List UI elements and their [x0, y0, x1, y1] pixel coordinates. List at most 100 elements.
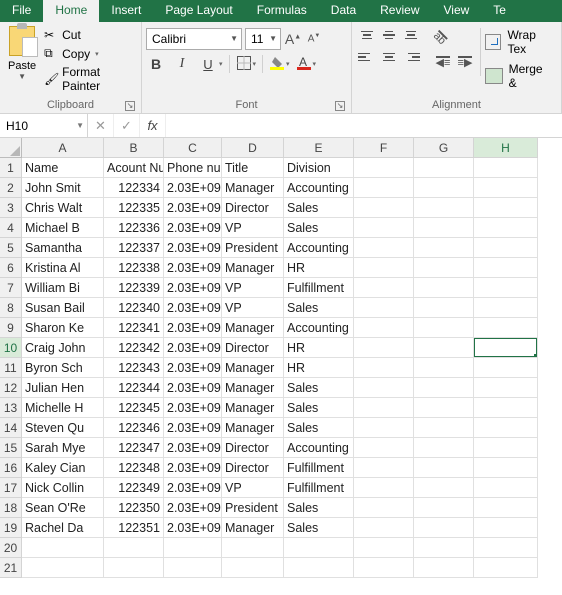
cell-D20[interactable] — [222, 538, 284, 558]
cell-B10[interactable]: 122342 — [104, 338, 164, 358]
name-box[interactable]: H10 ▼ — [0, 114, 88, 137]
cell-B4[interactable]: 122336 — [104, 218, 164, 238]
select-all-corner[interactable] — [0, 138, 22, 158]
cell-B19[interactable]: 122351 — [104, 518, 164, 538]
cell-F13[interactable] — [354, 398, 414, 418]
cell-E11[interactable]: HR — [284, 358, 354, 378]
cell-A15[interactable]: Sarah Mye — [22, 438, 104, 458]
cell-G1[interactable] — [414, 158, 474, 178]
cell-B18[interactable]: 122350 — [104, 498, 164, 518]
cell-A21[interactable] — [22, 558, 104, 578]
cell-E8[interactable]: Sales — [284, 298, 354, 318]
chevron-down-icon[interactable]: ▼ — [18, 72, 26, 81]
cell-F11[interactable] — [354, 358, 414, 378]
italic-button[interactable]: I — [172, 54, 192, 74]
dialog-launcher-icon[interactable]: ↘ — [125, 101, 135, 111]
cell-C9[interactable]: 2.03E+09 — [164, 318, 222, 338]
cell-A6[interactable]: Kristina Al — [22, 258, 104, 278]
cell-A17[interactable]: Nick Collin — [22, 478, 104, 498]
format-painter-button[interactable]: 🖌 Format Painter — [40, 64, 137, 94]
row-header-10[interactable]: 10 — [0, 338, 22, 358]
cell-B1[interactable]: Acount Nu — [104, 158, 164, 178]
align-middle-button[interactable] — [380, 26, 398, 44]
cell-C16[interactable]: 2.03E+09 — [164, 458, 222, 478]
cell-A19[interactable]: Rachel Da — [22, 518, 104, 538]
row-header-14[interactable]: 14 — [0, 418, 22, 438]
cell-D4[interactable]: VP — [222, 218, 284, 238]
tab-formulas[interactable]: Formulas — [245, 0, 319, 22]
cell-E18[interactable]: Sales — [284, 498, 354, 518]
cell-B5[interactable]: 122337 — [104, 238, 164, 258]
cell-E4[interactable]: Sales — [284, 218, 354, 238]
cell-D7[interactable]: VP — [222, 278, 284, 298]
cell-E1[interactable]: Division — [284, 158, 354, 178]
cell-A18[interactable]: Sean O'Re — [22, 498, 104, 518]
row-header-3[interactable]: 3 — [0, 198, 22, 218]
column-header-C[interactable]: C — [164, 138, 222, 158]
cell-C3[interactable]: 2.03E+09 — [164, 198, 222, 218]
decrease-font-button[interactable]: A▼ — [305, 28, 323, 50]
cell-A20[interactable] — [22, 538, 104, 558]
align-left-button[interactable] — [358, 48, 376, 66]
cell-F19[interactable] — [354, 518, 414, 538]
cell-E5[interactable]: Accounting — [284, 238, 354, 258]
cell-G13[interactable] — [414, 398, 474, 418]
row-header-15[interactable]: 15 — [0, 438, 22, 458]
chevron-down-icon[interactable]: ▾ — [286, 60, 290, 68]
column-header-H[interactable]: H — [474, 138, 538, 158]
cell-F14[interactable] — [354, 418, 414, 438]
cell-G17[interactable] — [414, 478, 474, 498]
underline-button[interactable]: U▾ — [198, 54, 223, 74]
cell-A4[interactable]: Michael B — [22, 218, 104, 238]
cell-H6[interactable] — [474, 258, 538, 278]
cell-F3[interactable] — [354, 198, 414, 218]
cell-C20[interactable] — [164, 538, 222, 558]
cell-G3[interactable] — [414, 198, 474, 218]
bold-button[interactable]: B — [146, 54, 166, 74]
tab-home[interactable]: Home — [43, 0, 99, 22]
cell-C6[interactable]: 2.03E+09 — [164, 258, 222, 278]
cell-D1[interactable]: Title — [222, 158, 284, 178]
font-name-combo[interactable]: Calibri ▼ — [146, 28, 242, 50]
cell-C11[interactable]: 2.03E+09 — [164, 358, 222, 378]
tab-te[interactable]: Te — [481, 0, 518, 22]
cell-B21[interactable] — [104, 558, 164, 578]
cell-D6[interactable]: Manager — [222, 258, 284, 278]
cell-E19[interactable]: Sales — [284, 518, 354, 538]
cell-H14[interactable] — [474, 418, 538, 438]
cell-B3[interactable]: 122335 — [104, 198, 164, 218]
cell-G11[interactable] — [414, 358, 474, 378]
cell-H9[interactable] — [474, 318, 538, 338]
cell-C15[interactable]: 2.03E+09 — [164, 438, 222, 458]
cell-B13[interactable]: 122345 — [104, 398, 164, 418]
cell-E21[interactable] — [284, 558, 354, 578]
cell-E17[interactable]: Fulfillment — [284, 478, 354, 498]
cell-A10[interactable]: Craig John — [22, 338, 104, 358]
row-header-12[interactable]: 12 — [0, 378, 22, 398]
cell-F6[interactable] — [354, 258, 414, 278]
cell-E3[interactable]: Sales — [284, 198, 354, 218]
cut-button[interactable]: ✂ Cut — [40, 27, 137, 43]
cell-G12[interactable] — [414, 378, 474, 398]
cell-D8[interactable]: VP — [222, 298, 284, 318]
cell-G6[interactable] — [414, 258, 474, 278]
row-header-8[interactable]: 8 — [0, 298, 22, 318]
row-header-7[interactable]: 7 — [0, 278, 22, 298]
cell-F5[interactable] — [354, 238, 414, 258]
cell-E9[interactable]: Accounting — [284, 318, 354, 338]
row-header-5[interactable]: 5 — [0, 238, 22, 258]
cell-A11[interactable]: Byron Sch — [22, 358, 104, 378]
dialog-launcher-icon[interactable]: ↘ — [335, 101, 345, 111]
cell-E6[interactable]: HR — [284, 258, 354, 278]
cell-B17[interactable]: 122349 — [104, 478, 164, 498]
enter-formula-button[interactable]: ✓ — [114, 114, 140, 137]
tab-view[interactable]: View — [432, 0, 482, 22]
cell-D18[interactable]: President — [222, 498, 284, 518]
row-header-19[interactable]: 19 — [0, 518, 22, 538]
cell-F1[interactable] — [354, 158, 414, 178]
cell-C2[interactable]: 2.03E+09 — [164, 178, 222, 198]
cell-F10[interactable] — [354, 338, 414, 358]
cell-A2[interactable]: John Smit — [22, 178, 104, 198]
cell-H5[interactable] — [474, 238, 538, 258]
cell-H1[interactable] — [474, 158, 538, 178]
